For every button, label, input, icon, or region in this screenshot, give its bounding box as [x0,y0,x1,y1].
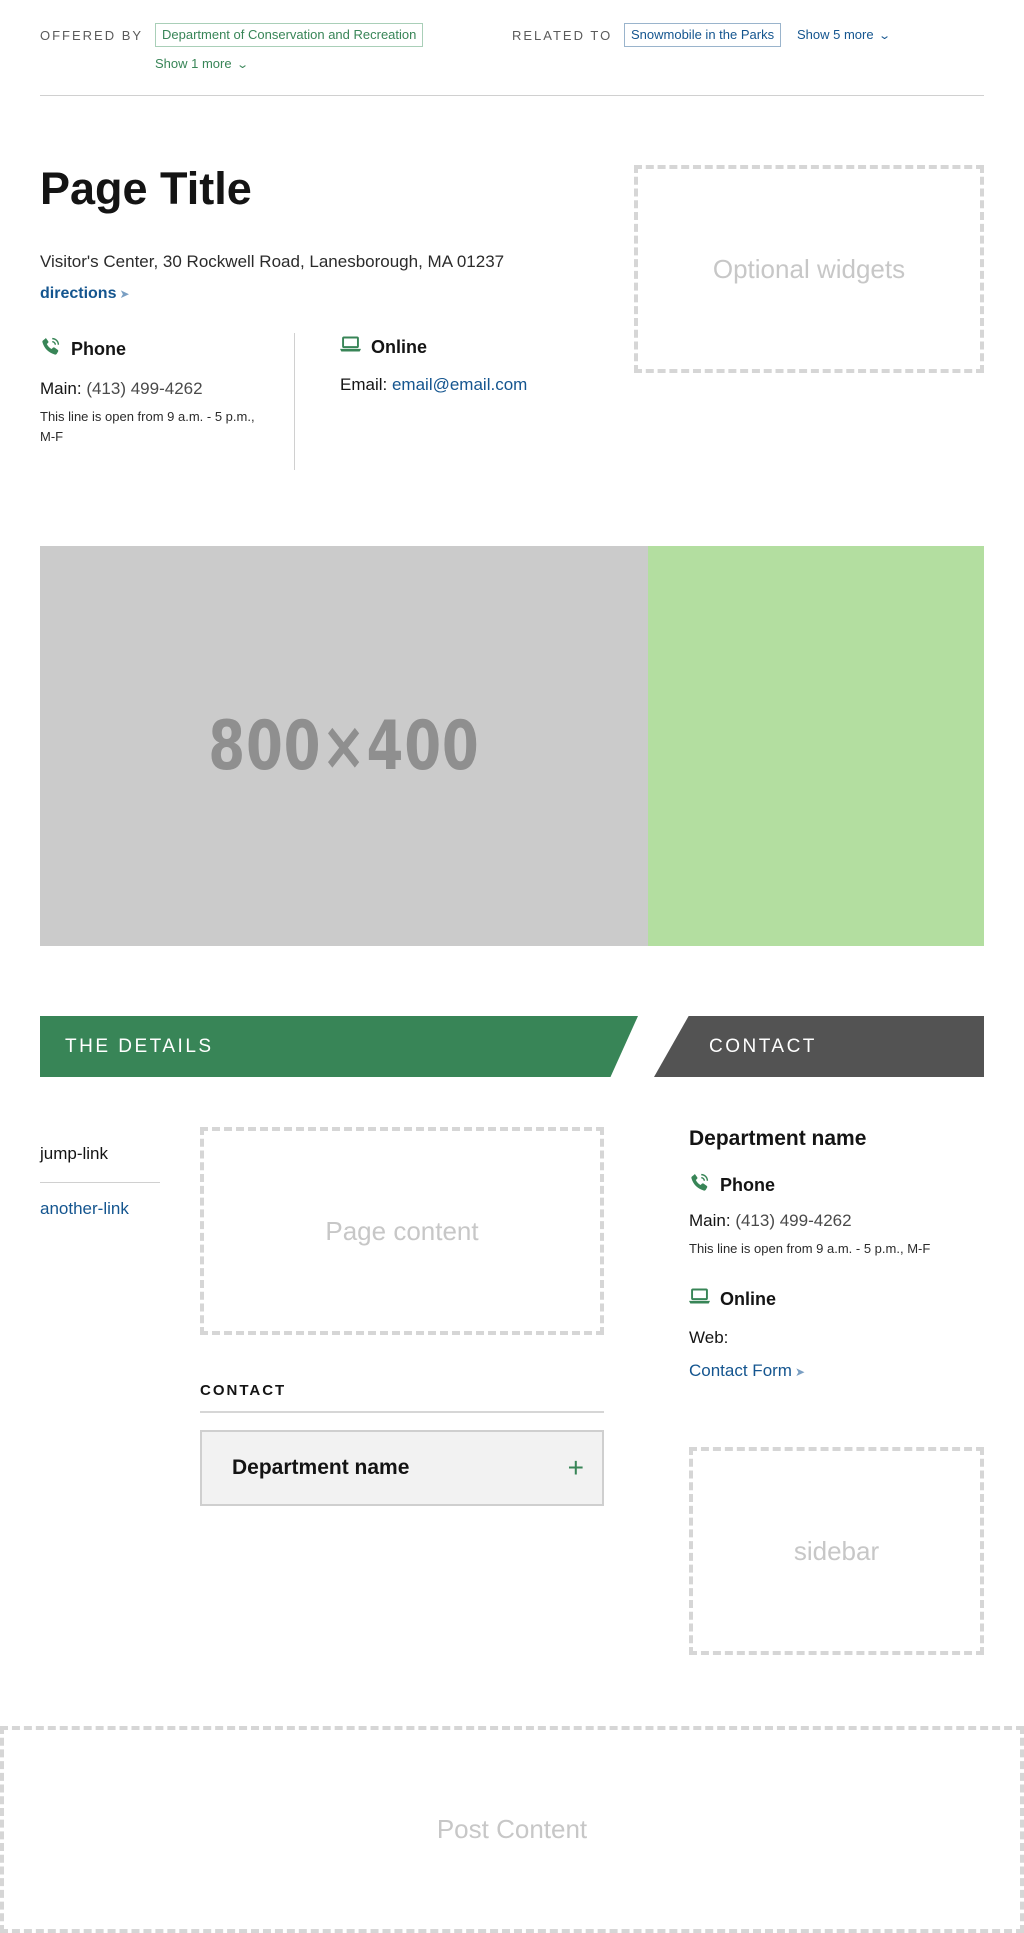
related-to-tag[interactable]: Snowmobile in the Parks [624,23,782,47]
chevron-down-icon: ⌄ [235,59,249,71]
page-title: Page Title [40,163,252,214]
optional-widgets-text: Optional widgets [712,253,906,284]
laptop-icon [689,1288,710,1310]
hero-image-size-label: 800×400 [208,706,480,786]
plus-icon[interactable]: + [568,1452,584,1484]
online-heading: Online [340,336,580,358]
post-content-text: Post Content [436,1814,588,1844]
sidebar-main-phone-line: Main: (413) 499-4262 [689,1211,852,1230]
offered-show-more-button[interactable]: Show 1 more ⌄ [155,56,249,71]
jump-link-separator [40,1182,160,1183]
laptop-icon [340,336,361,358]
phone-icon [689,1172,710,1198]
sidebar-department-name: Department name [689,1127,867,1150]
arrow-right-icon: ➤ [794,1365,806,1379]
related-show-more-button[interactable]: Show 5 more ⌄ [797,27,891,42]
header-online-block: Online Email: email@email.com [340,336,580,395]
main-phone-number: (413) 499-4262 [86,379,203,398]
offered-by-label: OFFERED BY [40,28,144,43]
phone-icon [40,336,61,362]
offered-by-tag[interactable]: Department of Conservation and Recreatio… [155,23,424,47]
email-link[interactable]: email@email.com [392,375,527,394]
contact-rule [200,1411,604,1413]
details-section-header: THE DETAILS [40,1016,638,1077]
sidebar-online-heading: Online [689,1288,989,1310]
phone-hours-note: This line is open from 9 a.m. - 5 p.m., … [40,409,255,444]
sidebar-web-label: Web: [689,1328,729,1347]
page-content-placeholder: Page content [200,1127,604,1335]
hero-image-placeholder: 800×400 [40,546,648,946]
details-section-title: THE DETAILS [65,1036,214,1057]
contact-section-title: CONTACT [709,1036,817,1057]
arrow-right-icon: ➤ [119,287,130,301]
contact-subheading: CONTACT [200,1382,287,1399]
address: Visitor's Center, 30 Rockwell Road, Lane… [40,252,505,271]
related-show-more-label: Show 5 more [797,27,874,42]
hero-accent-panel [648,546,984,946]
email-label: Email [340,375,383,394]
header-phone-block: Phone Main: (413) 499-4262 This line is … [40,336,255,447]
sidebar-placeholder: sidebar [689,1447,984,1655]
phone-heading: Phone [40,336,255,362]
optional-widgets-placeholder: Optional widgets [634,165,984,373]
sidebar-main-phone-number: (413) 499-4262 [735,1211,852,1230]
directions-link[interactable]: directions ➤ [40,285,130,303]
main-phone-label: Main [40,379,77,398]
contact-form-line: Contact Form ➤ [689,1361,989,1381]
sidebar-main-phone-label: Main [689,1211,726,1230]
offered-show-more-label: Show 1 more [155,56,232,71]
main-phone-line: Main: (413) 499-4262 [40,379,203,398]
sidebar-phone-heading-text: Phone [720,1174,776,1195]
jump-link-1[interactable]: jump-link [40,1144,160,1164]
directions-label: directions [40,285,117,302]
chevron-down-icon: ⌄ [877,30,891,42]
relationship-bar: OFFERED BY Department of Conservation an… [40,0,984,96]
post-content-placeholder: Post Content [0,1726,1024,1933]
accordion-label: Department name [232,1456,410,1479]
contact-form-link[interactable]: Contact Form ➤ [689,1361,805,1380]
department-accordion[interactable]: Department name + [200,1430,604,1506]
phone-heading-text: Phone [71,338,127,359]
online-heading-text: Online [371,336,428,357]
sidebar-online-heading-text: Online [720,1288,777,1309]
contact-section-header: CONTACT [654,1016,984,1077]
sidebar-phone-hours-note: This line is open from 9 a.m. - 5 p.m., … [689,1241,931,1256]
jump-link-2[interactable]: another-link [40,1199,160,1219]
page-content-text: Page content [325,1215,479,1246]
sidebar-phone-heading: Phone [689,1172,989,1198]
contact-divider [294,333,295,470]
related-to-label: RELATED TO [512,28,613,43]
sidebar-placeholder-text: sidebar [793,1535,880,1566]
email-line: Email: email@email.com [340,375,528,394]
contact-form-label: Contact Form [689,1361,792,1380]
